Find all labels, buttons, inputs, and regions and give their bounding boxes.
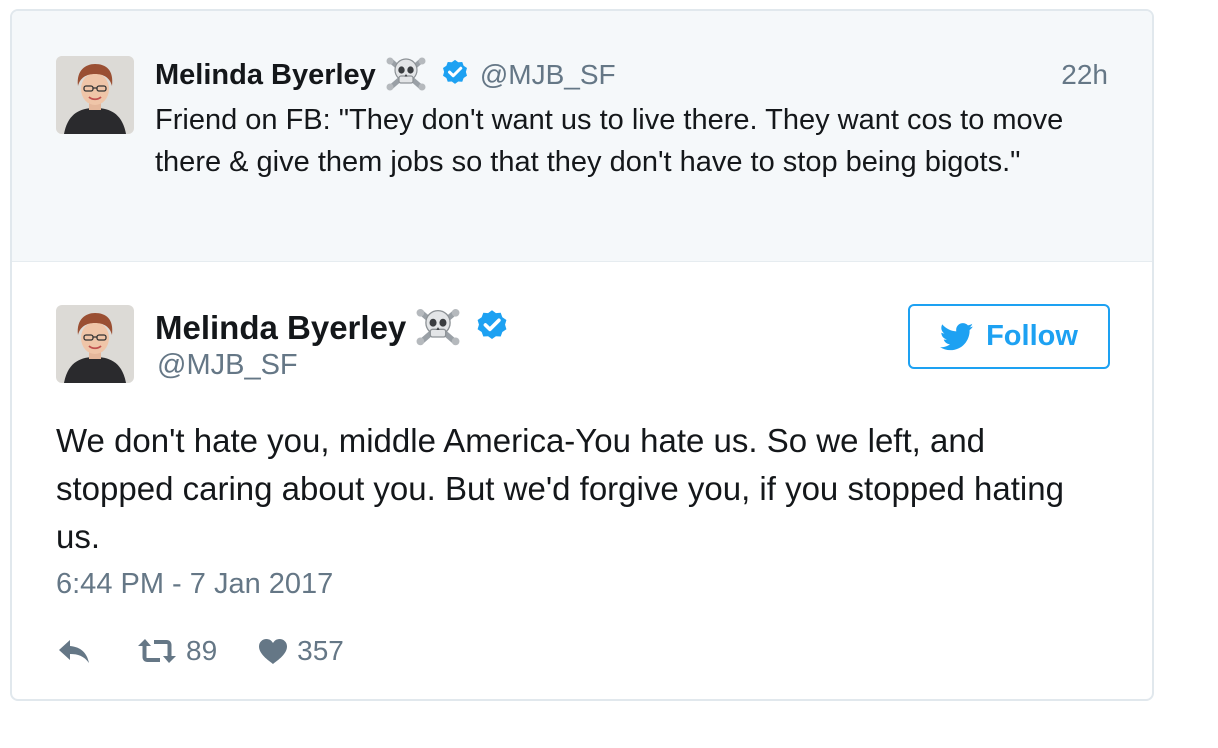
author-handle[interactable]: @MJB_SF	[480, 59, 616, 91]
twitter-bird-icon	[940, 322, 974, 350]
reply-button[interactable]	[56, 637, 92, 665]
tweet-time[interactable]: 22h	[1061, 59, 1108, 91]
avatar[interactable]	[56, 56, 134, 134]
retweet-count: 89	[186, 635, 218, 666]
retweet-icon	[138, 639, 176, 663]
reply-icon	[59, 640, 89, 663]
tweet-actions: 89 357	[56, 631, 344, 671]
skull-crossbones-icon	[386, 55, 426, 96]
heart-icon	[259, 639, 288, 664]
like-count: 357	[297, 635, 344, 666]
like-button[interactable]: 357	[257, 635, 344, 667]
parent-tweet-header: Melinda Byerley @MJB_SF	[155, 55, 616, 95]
retweet-button[interactable]: 89	[136, 635, 217, 667]
avatar[interactable]	[56, 305, 134, 383]
embedded-tweet-card: Melinda Byerley @MJB_SF 22h Friend on FB…	[10, 9, 1154, 701]
main-tweet-text: We don't hate you, middle America-You ha…	[56, 422, 1064, 555]
main-tweet-name-row: Melinda Byerley	[155, 306, 510, 350]
follow-button[interactable]: Follow	[908, 304, 1110, 369]
author-name[interactable]: Melinda Byerley	[155, 309, 406, 347]
parent-tweet-text: Friend on FB: "They don't want us to liv…	[155, 104, 1064, 178]
author-name[interactable]: Melinda Byerley	[155, 59, 376, 92]
skull-crossbones-icon	[416, 306, 460, 351]
verified-badge-icon	[474, 308, 510, 349]
avatar-image	[56, 305, 134, 383]
avatar-image	[56, 56, 134, 134]
verified-badge-icon	[440, 58, 470, 93]
parent-tweet[interactable]: Melinda Byerley @MJB_SF 22h Friend on FB…	[12, 11, 1152, 262]
author-handle[interactable]: @MJB_SF	[157, 349, 298, 382]
tweet-timestamp[interactable]: 6:44 PM - 7 Jan 2017	[56, 568, 333, 601]
follow-label: Follow	[986, 320, 1078, 352]
